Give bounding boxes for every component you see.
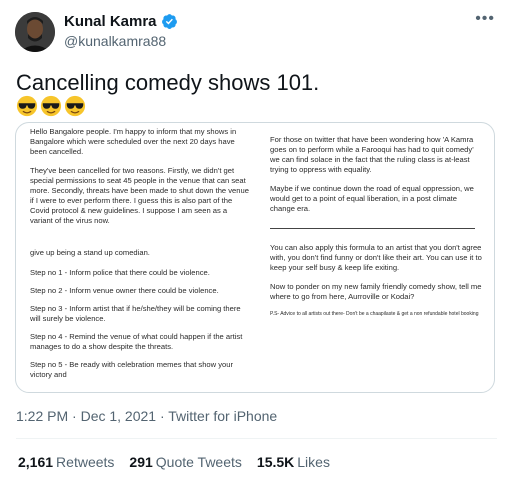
author-name-row: Kunal Kamra <box>64 13 178 30</box>
notes-document: Hello Bangalore people. I'm happy to inf… <box>16 123 494 392</box>
notes-step: Step no 4 - Remind the venue of what cou… <box>30 332 243 351</box>
notes-paragraph: They've been cancelled for two reasons. … <box>30 166 249 225</box>
notes-left-column: Hello Bangalore people. I'm happy to inf… <box>30 127 252 388</box>
notes-paragraph: give up being a stand up comedian. <box>30 248 150 257</box>
tweet-timestamp[interactable]: 1:22 PM · Dec 1, 2021 · <box>16 408 168 424</box>
notes-postscript: P.S- Advice to all artists out there- Do… <box>270 311 479 317</box>
more-options-icon[interactable]: ••• <box>475 10 495 28</box>
notes-paragraph: Maybe if we continue down the road of eq… <box>270 184 474 213</box>
notes-divider <box>270 228 475 229</box>
sunglasses-emoji-icon <box>16 95 38 117</box>
quote-tweets-label: Quote Tweets <box>155 454 242 470</box>
likes-count: 15.5K <box>256 454 295 470</box>
author-handle[interactable]: @kunalkamra88 <box>64 33 166 49</box>
author-name[interactable]: Kunal Kamra <box>64 13 157 30</box>
notes-step: Step no 1 - Inform police that there cou… <box>30 268 210 277</box>
retweets-label: Retweets <box>56 454 115 470</box>
likes-stat[interactable]: 15.5K Likes <box>257 454 330 470</box>
tweet-source-link[interactable]: Twitter for iPhone <box>168 408 277 424</box>
notes-step: Step no 5 - Be ready with celebration me… <box>30 360 234 379</box>
tweet: Kunal Kamra @kunalkamra88 ••• Cancelling… <box>0 0 513 485</box>
sunglasses-emoji-icon <box>64 95 86 117</box>
quote-tweets-stat[interactable]: 291 Quote Tweets <box>129 454 242 470</box>
tweet-image[interactable]: Hello Bangalore people. I'm happy to inf… <box>15 122 495 393</box>
notes-paragraph: Hello Bangalore people. I'm happy to inf… <box>30 127 237 156</box>
retweets-stat[interactable]: 2,161 Retweets <box>18 454 114 470</box>
retweets-count: 2,161 <box>18 454 54 470</box>
notes-step: Step no 2 - Inform venue owner there cou… <box>30 286 219 295</box>
notes-paragraph: Now to ponder on my new family friendly … <box>270 282 482 301</box>
notes-paragraph: For those on twitter that have been wond… <box>270 135 474 174</box>
engagement-stats: 2,161 Retweets 291 Quote Tweets 15.5K Likes <box>18 454 330 470</box>
divider <box>16 438 497 439</box>
notes-right-column: For those on twitter that have been wond… <box>270 135 484 318</box>
sunglasses-emoji-icon <box>40 95 62 117</box>
tweet-text: Cancelling comedy shows 101. <box>16 70 320 95</box>
avatar-portrait-icon <box>15 12 55 52</box>
quote-tweets-count: 291 <box>129 454 153 470</box>
verified-badge-icon <box>161 14 177 29</box>
likes-label: Likes <box>297 454 330 470</box>
avatar[interactable] <box>15 12 55 52</box>
notes-paragraph: You can also apply this formula to an ar… <box>270 243 482 272</box>
notes-step: Step no 3 - Inform artist that if he/she… <box>30 304 241 323</box>
emoji-row <box>16 95 86 117</box>
tweet-timestamp-row: 1:22 PM · Dec 1, 2021 · Twitter for iPho… <box>16 408 277 424</box>
